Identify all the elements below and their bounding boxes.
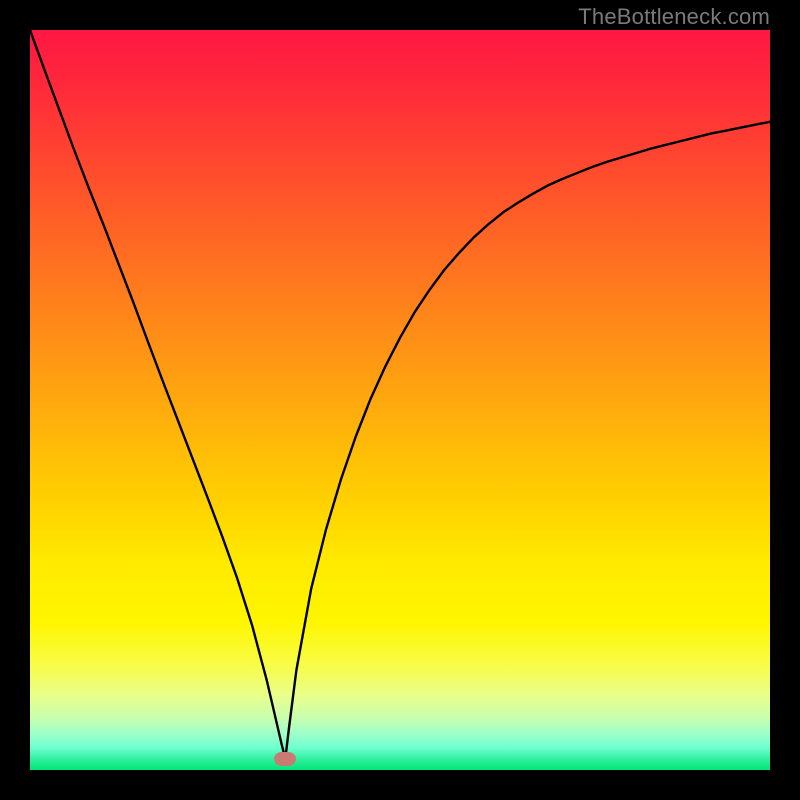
watermark-text: TheBottleneck.com (578, 4, 770, 30)
plot-area (30, 30, 770, 770)
chart-svg (30, 30, 770, 770)
minimum-marker (274, 752, 296, 766)
chart-frame: TheBottleneck.com (0, 0, 800, 800)
curve-line (30, 30, 770, 759)
